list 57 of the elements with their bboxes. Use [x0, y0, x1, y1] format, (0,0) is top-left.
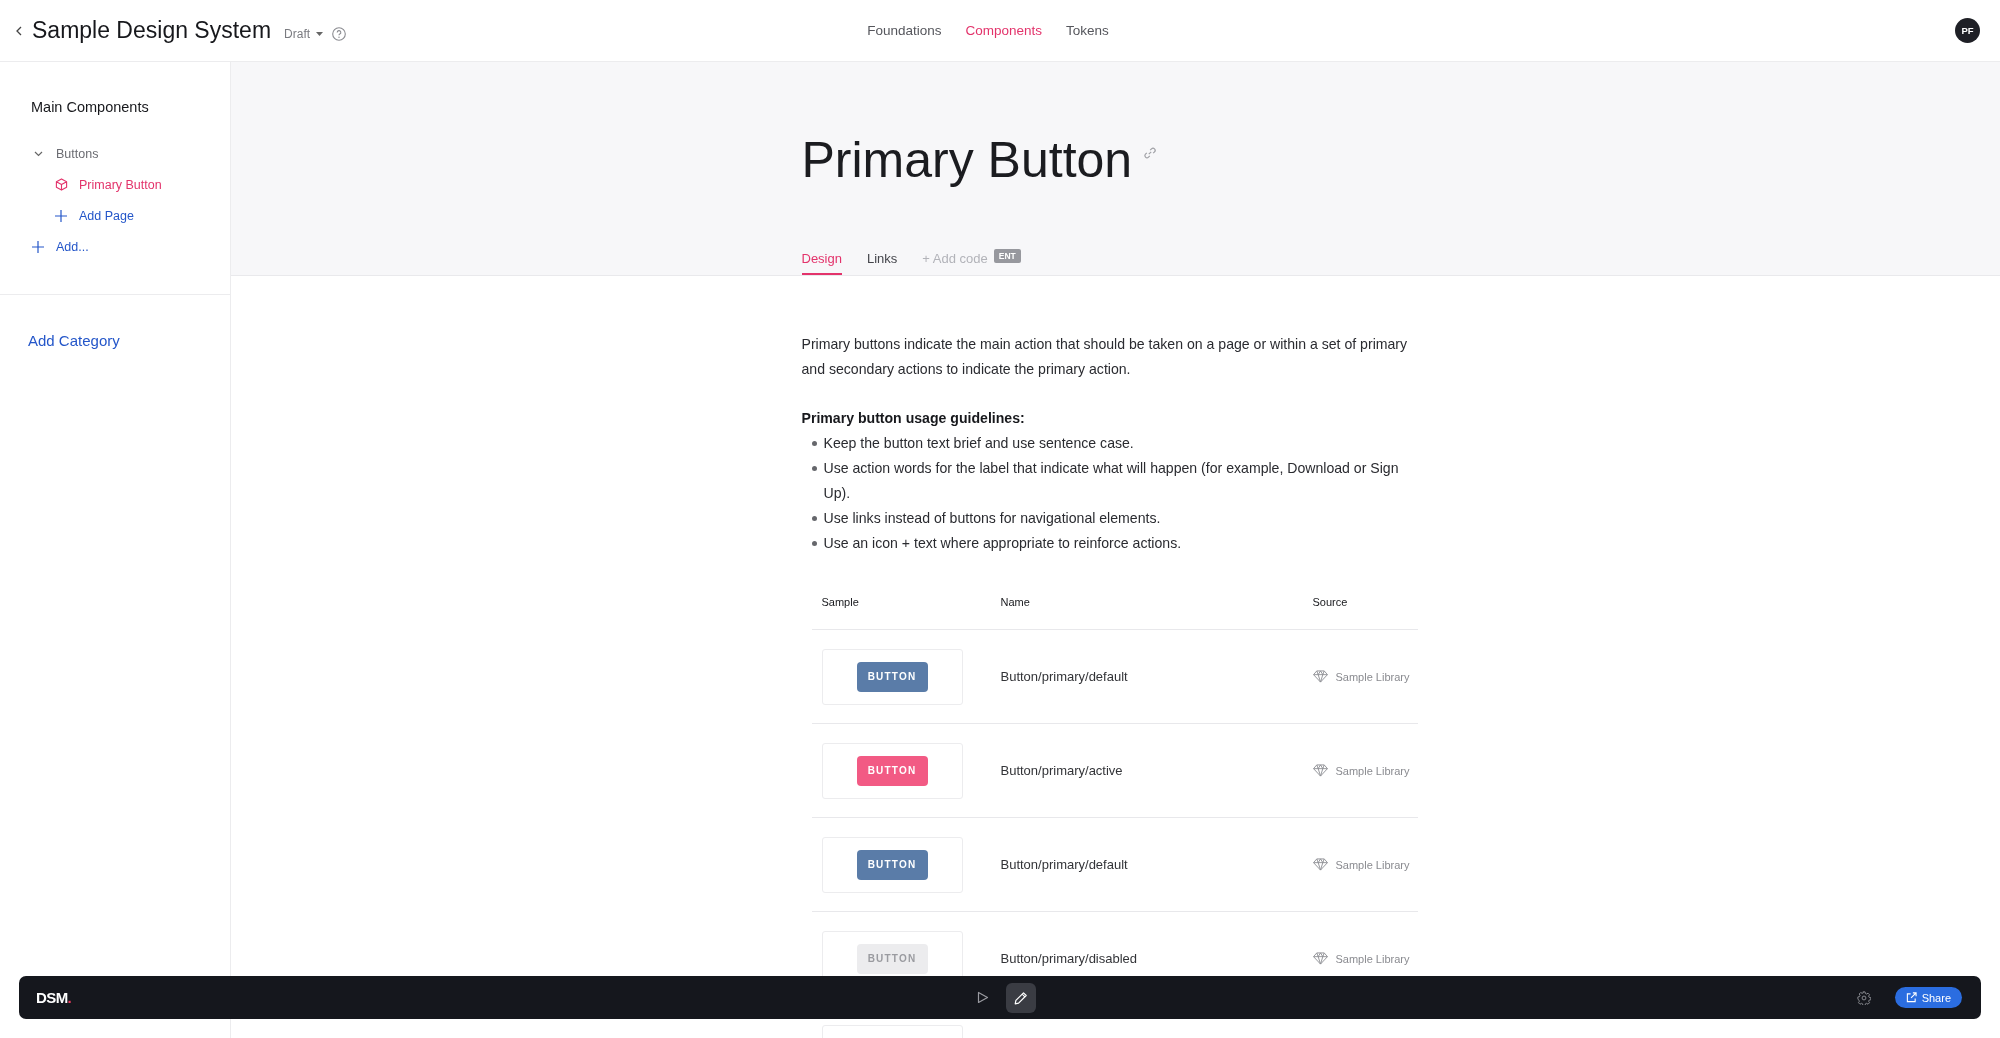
pencil-icon	[1014, 990, 1028, 1005]
diamond-icon	[1312, 764, 1328, 777]
guideline-item: Keep the button text brief and use sentence case.	[823, 434, 1134, 453]
diamond-icon	[1312, 670, 1328, 683]
plus-icon	[55, 209, 67, 222]
table-cell: Button/primary/default	[1000, 669, 1128, 684]
page-tab[interactable]: Design	[801, 251, 842, 275]
source-label: Sample Library	[1335, 858, 1410, 871]
guideline-item: Use action words for the label that indicate what will happen (for example, Download or Sign Up).	[823, 459, 1400, 503]
guidelines-heading: Primary button usage guidelines:	[801, 409, 1025, 428]
caret-down-icon	[316, 31, 324, 36]
diamond-icon	[1312, 858, 1328, 871]
share-button[interactable]: Share	[1894, 987, 1962, 1008]
help-icon[interactable]	[332, 26, 347, 41]
play-icon	[977, 991, 989, 1004]
bullet-icon	[811, 466, 817, 471]
intro-text: Primary buttons indicate the main action that should be taken on a page or within a set of primary and secondary actions to indicate the primary action.	[801, 335, 1409, 379]
bullet-icon	[811, 441, 817, 446]
bullet-icon	[811, 541, 817, 546]
page-tab[interactable]: Links	[866, 251, 898, 275]
dsm-logo: DSM.	[36, 989, 72, 1006]
table-cell: Button/primary/active	[1000, 763, 1123, 778]
sample-button[interactable]: BUTTON	[856, 661, 928, 692]
guideline-item: Use an icon + text where appropriate to reinforce actions.	[823, 534, 1182, 553]
sample-button[interactable]: BUTTON	[856, 755, 928, 786]
page-title: Primary Button	[801, 131, 1133, 190]
column-header: Name	[1000, 595, 1030, 608]
guideline-item: Use links instead of buttons for navigational elements.	[823, 509, 1161, 528]
table-cell: Button/primary/disabled	[1000, 951, 1138, 966]
nav-tab[interactable]: Tokens	[1066, 19, 1109, 42]
tree-item[interactable]: Add Page	[54, 200, 134, 231]
source-label: Sample Library	[1335, 670, 1410, 683]
nav-tab[interactable]: Foundations	[867, 19, 942, 42]
status-dropdown[interactable]: Draft	[284, 26, 324, 41]
chevron-left-icon[interactable]	[16, 25, 22, 36]
user-avatar[interactable]: PF	[1955, 18, 1980, 43]
diamond-icon	[1312, 952, 1328, 965]
column-header: Sample	[821, 595, 859, 608]
site-title: Sample Design System	[32, 17, 272, 44]
category-title: Main Components	[31, 98, 149, 116]
table-cell: Button/primary/default	[1000, 857, 1128, 872]
nav-tab[interactable]: Components	[965, 19, 1043, 42]
plus-icon	[32, 240, 44, 253]
tree-item[interactable]: Primary Button	[54, 169, 162, 200]
source-label: Sample Library	[1335, 764, 1410, 777]
tree-item[interactable]: Buttons	[31, 138, 99, 169]
source-label: Sample Library	[1335, 952, 1410, 965]
bullet-icon	[811, 516, 817, 521]
column-header: Source	[1312, 595, 1348, 608]
share-icon	[1905, 992, 1917, 1003]
plan-badge: ENT	[993, 249, 1021, 263]
tree-item[interactable]: Add...	[31, 231, 89, 262]
sample-button[interactable]: BUTTON	[856, 849, 928, 880]
edit-button[interactable]	[1006, 982, 1036, 1013]
cube-icon	[54, 178, 68, 191]
settings-icon[interactable]	[1856, 990, 1871, 1005]
add-category-link[interactable]: Add Category	[28, 332, 120, 349]
